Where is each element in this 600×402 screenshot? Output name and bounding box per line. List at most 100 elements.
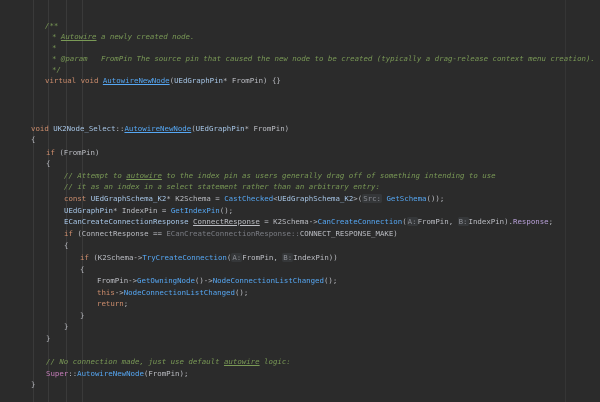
code-token: B: — [282, 253, 294, 262]
code-token: AutowireNewNode — [124, 124, 192, 133]
code-token: The source pin that caused the new node … — [132, 54, 595, 63]
code-token: FromPin, — [242, 253, 283, 262]
code-token: AutowireNewNode — [77, 369, 144, 378]
code-token: * K2Schema = — [166, 194, 225, 203]
code-line[interactable]: { — [46, 158, 50, 169]
code-token: (); — [219, 206, 234, 215]
code-token: * FromPin) — [244, 124, 290, 133]
code-editor[interactable]: /** * Autowire a newly created node. * * @p… — [0, 0, 600, 402]
code-line[interactable]: } — [80, 310, 84, 321]
code-line[interactable]: return; — [97, 298, 128, 309]
code-line[interactable]: // No connection made, just use default … — [46, 356, 291, 367]
code-token: /** — [45, 21, 59, 30]
code-token: if — [64, 229, 78, 238]
indent-guide — [33, 0, 34, 402]
code-token: (); — [323, 276, 338, 285]
code-token: TryCreateConnection — [142, 253, 227, 262]
code-line[interactable]: ECanCreateConnectionResponse ConnectResp… — [64, 216, 553, 227]
code-token: GetOwningNode — [137, 276, 195, 285]
code-token: * FromPin) {} — [223, 76, 281, 85]
code-token: IndexPin). — [468, 217, 514, 226]
code-line[interactable]: FromPin->GetOwningNode()->NodeConnection… — [97, 275, 337, 286]
code-line[interactable]: * — [52, 42, 56, 53]
code-line[interactable]: { — [80, 264, 84, 275]
code-token: (FromPin) — [59, 148, 100, 157]
code-token: this — [97, 288, 115, 297]
code-token: FromPin — [100, 54, 133, 63]
code-line[interactable]: void UK2Node_Select::AutowireNewNode(UEd… — [31, 123, 289, 134]
code-token: IndexPin)) — [293, 253, 338, 262]
code-token: ; — [123, 299, 129, 308]
code-line[interactable]: } — [64, 321, 68, 332]
code-token: AutowireNewNode — [102, 76, 170, 85]
code-token: * — [52, 32, 61, 41]
code-line[interactable]: } — [31, 379, 35, 390]
code-line[interactable]: } — [46, 333, 50, 344]
code-token: { — [31, 135, 36, 144]
code-line[interactable]: * @param FromPin The source pin that cau… — [52, 53, 595, 64]
code-token: // it as an index in a select statement … — [64, 182, 380, 191]
code-token: Autowire — [60, 32, 97, 41]
code-token: >( — [353, 194, 363, 203]
code-token: { — [80, 265, 85, 274]
code-token: } — [31, 380, 36, 389]
code-token: { — [64, 241, 69, 250]
code-token: CastChecked — [224, 194, 274, 203]
code-token: FromPin-> — [97, 276, 138, 285]
code-token: A: — [231, 253, 243, 262]
code-token: FromPin, — [417, 217, 458, 226]
code-token: = K2Schema-> — [259, 217, 318, 226]
code-token: virtual void — [45, 76, 103, 85]
code-token: } — [64, 322, 69, 331]
code-token: (K2Schema-> — [93, 253, 143, 262]
code-token: ()-> — [194, 276, 213, 285]
code-line[interactable]: virtual void AutowireNewNode(UEdGraphPin… — [45, 75, 281, 86]
code-line[interactable]: /** — [45, 20, 58, 31]
code-line[interactable]: if (FromPin) — [46, 147, 99, 158]
code-token: (ConnectResponse == — [77, 229, 167, 238]
code-token: Response — [513, 217, 549, 226]
code-token: if — [80, 253, 94, 262]
code-token: (); — [234, 288, 249, 297]
code-line[interactable]: * Autowire a newly created node. — [52, 31, 194, 42]
code-line[interactable]: const UEdGraphSchema_K2* K2Schema = Cast… — [64, 193, 444, 204]
code-token: NodeConnectionListChanged — [212, 276, 324, 285]
code-token: ConnectResponse — [193, 217, 260, 226]
code-token: UK2Node_Select — [53, 124, 116, 133]
code-token: */ — [52, 65, 61, 74]
code-token: * IndexPin = — [112, 206, 171, 215]
code-line[interactable]: */ — [52, 64, 61, 75]
code-token: UEdGraphPin — [195, 124, 245, 133]
code-token: const — [64, 194, 91, 203]
code-line[interactable]: if (ConnectResponse == ECanCreateConnect… — [64, 228, 398, 239]
code-line[interactable]: UEdGraphPin* IndexPin = GetIndexPin(); — [64, 205, 233, 216]
code-token: { — [46, 159, 51, 168]
code-token: UEdGraphPin — [64, 206, 113, 215]
code-line[interactable]: // it as an index in a select statement … — [64, 181, 380, 192]
code-token: ECanCreateConnectionResponse — [64, 217, 194, 226]
code-token: B: — [457, 217, 469, 226]
code-token: GetSchema — [382, 194, 427, 203]
code-token: Super — [46, 369, 69, 378]
code-token: ( — [402, 217, 407, 226]
code-token: * — [52, 43, 57, 52]
code-token: } — [80, 311, 85, 320]
code-line[interactable]: this->NodeConnectionListChanged(); — [97, 287, 248, 298]
code-line[interactable]: if (K2Schema->TryCreateConnection(A:From… — [80, 252, 338, 263]
code-token: a newly created node. — [96, 32, 195, 41]
code-token: autowire — [223, 357, 260, 366]
code-token: A: — [406, 217, 418, 226]
code-token: UEdGraphPin — [174, 76, 224, 85]
code-line[interactable]: { — [64, 240, 68, 251]
code-token: } — [46, 334, 51, 343]
code-line[interactable]: Super::AutowireNewNode(FromPin); — [46, 368, 188, 379]
code-token: Src: — [362, 194, 382, 203]
code-token: // No connection made, just use default — [46, 357, 224, 366]
code-line[interactable]: // Attempt to autowire to the index pin … — [64, 170, 496, 181]
code-token: if — [46, 148, 60, 157]
code-token: -> — [114, 288, 124, 297]
code-token: CanCreateConnection — [317, 217, 403, 226]
code-token: void — [31, 124, 54, 133]
code-token: ; — [548, 217, 554, 226]
code-line[interactable]: { — [31, 134, 35, 145]
